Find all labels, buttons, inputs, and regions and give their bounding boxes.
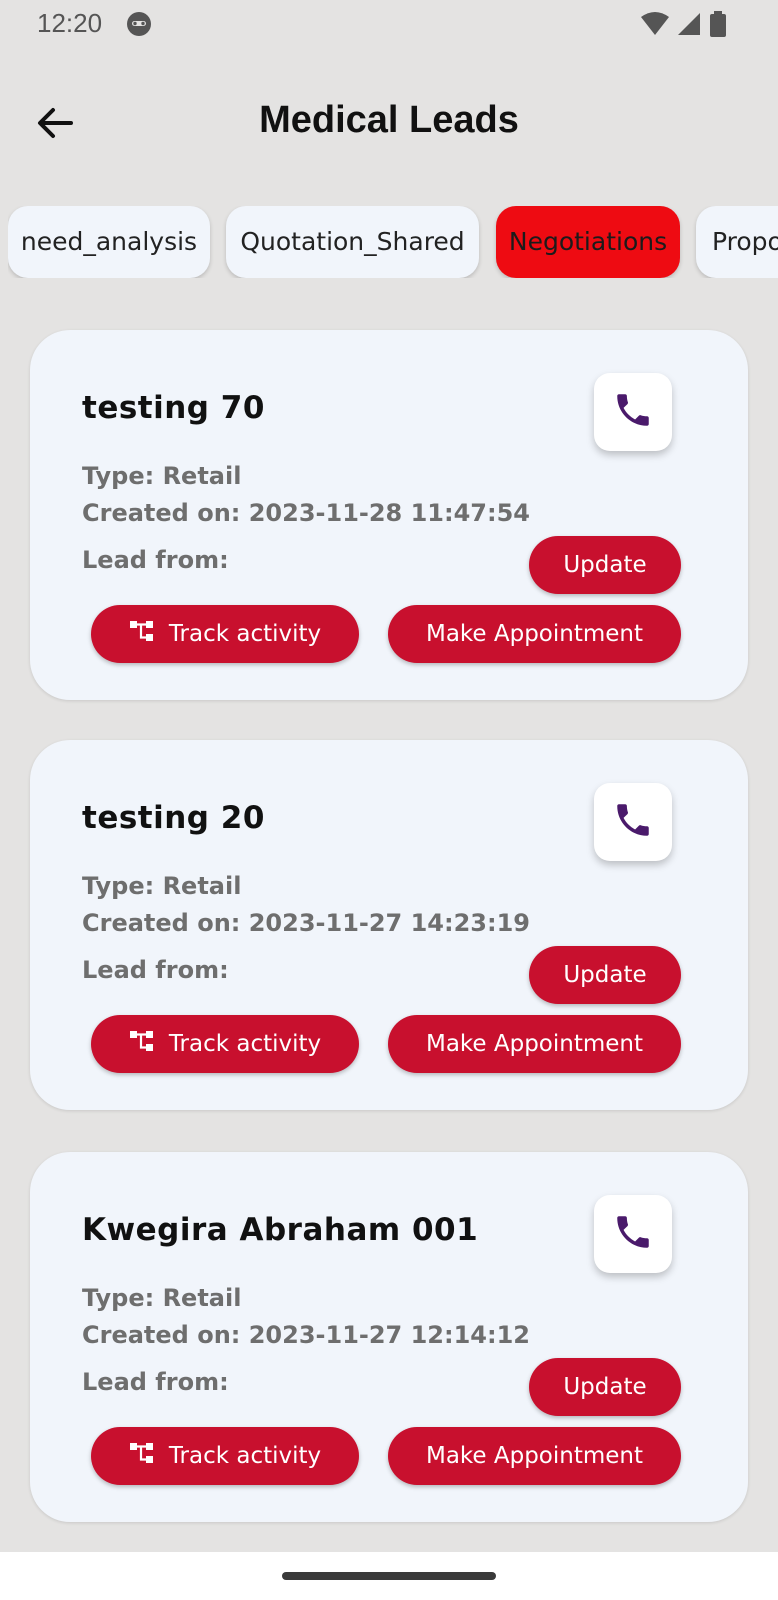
- signal-icon: [676, 11, 702, 41]
- chip-quotation-shared[interactable]: Quotation_Shared: [226, 206, 479, 278]
- system-navigation-bar: [0, 1552, 778, 1600]
- update-label: Update: [563, 1374, 647, 1400]
- lead-card: Kwegira Abraham 001 Type: Retail Created…: [30, 1152, 748, 1522]
- flow-chart-icon: [129, 619, 155, 649]
- track-activity-label: Track activity: [168, 621, 322, 647]
- make-appointment-label: Make Appointment: [425, 1443, 644, 1469]
- lead-type: Type: Retail: [82, 462, 242, 490]
- make-appointment-label: Make Appointment: [425, 621, 644, 647]
- battery-icon: [708, 10, 728, 42]
- update-button[interactable]: Update: [529, 536, 681, 594]
- lead-type: Type: Retail: [82, 872, 242, 900]
- call-button[interactable]: [594, 1195, 672, 1273]
- make-appointment-button[interactable]: Make Appointment: [388, 605, 681, 663]
- call-button[interactable]: [594, 373, 672, 451]
- status-time: 12:20: [37, 8, 103, 38]
- track-activity-button[interactable]: Track activity: [91, 1427, 359, 1485]
- lead-created-on: Created on: 2023-11-27 14:23:19: [82, 909, 530, 937]
- update-label: Update: [563, 552, 647, 578]
- lead-card: testing 20 Type: Retail Created on: 2023…: [30, 740, 748, 1110]
- call-button[interactable]: [594, 783, 672, 861]
- update-button[interactable]: Update: [529, 946, 681, 1004]
- lead-name: Kwegira Abraham 001: [82, 1212, 479, 1248]
- lead-card: testing 70 Type: Retail Created on: 2023…: [30, 330, 748, 700]
- make-appointment-button[interactable]: Make Appointment: [388, 1015, 681, 1073]
- phone-icon: [612, 1211, 654, 1257]
- status-icons: [640, 10, 728, 42]
- track-activity-button[interactable]: Track activity: [91, 605, 359, 663]
- make-appointment-label: Make Appointment: [425, 1031, 644, 1057]
- track-activity-label: Track activity: [168, 1443, 322, 1469]
- lead-from: Lead from:: [82, 1368, 229, 1396]
- lead-from: Lead from:: [82, 546, 229, 574]
- flow-chart-icon: [129, 1029, 155, 1059]
- lead-from: Lead from:: [82, 956, 229, 984]
- phone-icon: [612, 389, 654, 435]
- make-appointment-button[interactable]: Make Appointment: [388, 1427, 681, 1485]
- track-activity-label: Track activity: [168, 1031, 322, 1057]
- chip-negotiations[interactable]: Negotiations: [496, 206, 680, 278]
- update-label: Update: [563, 962, 647, 988]
- home-gesture-handle[interactable]: [282, 1572, 496, 1580]
- chip-need-analysis[interactable]: need_analysis: [8, 206, 210, 278]
- flow-chart-icon: [129, 1441, 155, 1471]
- status-filter-chips: need_analysis Quotation_Shared Negotiati…: [8, 206, 778, 278]
- chip-proposal[interactable]: Propo: [696, 206, 778, 278]
- track-activity-button[interactable]: Track activity: [91, 1015, 359, 1073]
- phone-icon: [612, 799, 654, 845]
- lead-name: testing 20: [82, 800, 265, 836]
- android-face-icon: [126, 11, 152, 37]
- page-title: Medical Leads: [259, 99, 519, 141]
- wifi-icon: [640, 11, 670, 41]
- lead-type: Type: Retail: [82, 1284, 242, 1312]
- lead-created-on: Created on: 2023-11-27 12:14:12: [82, 1321, 530, 1349]
- status-bar: 12:20: [0, 0, 778, 50]
- update-button[interactable]: Update: [529, 1358, 681, 1416]
- lead-created-on: Created on: 2023-11-28 11:47:54: [82, 499, 530, 527]
- lead-name: testing 70: [82, 390, 265, 426]
